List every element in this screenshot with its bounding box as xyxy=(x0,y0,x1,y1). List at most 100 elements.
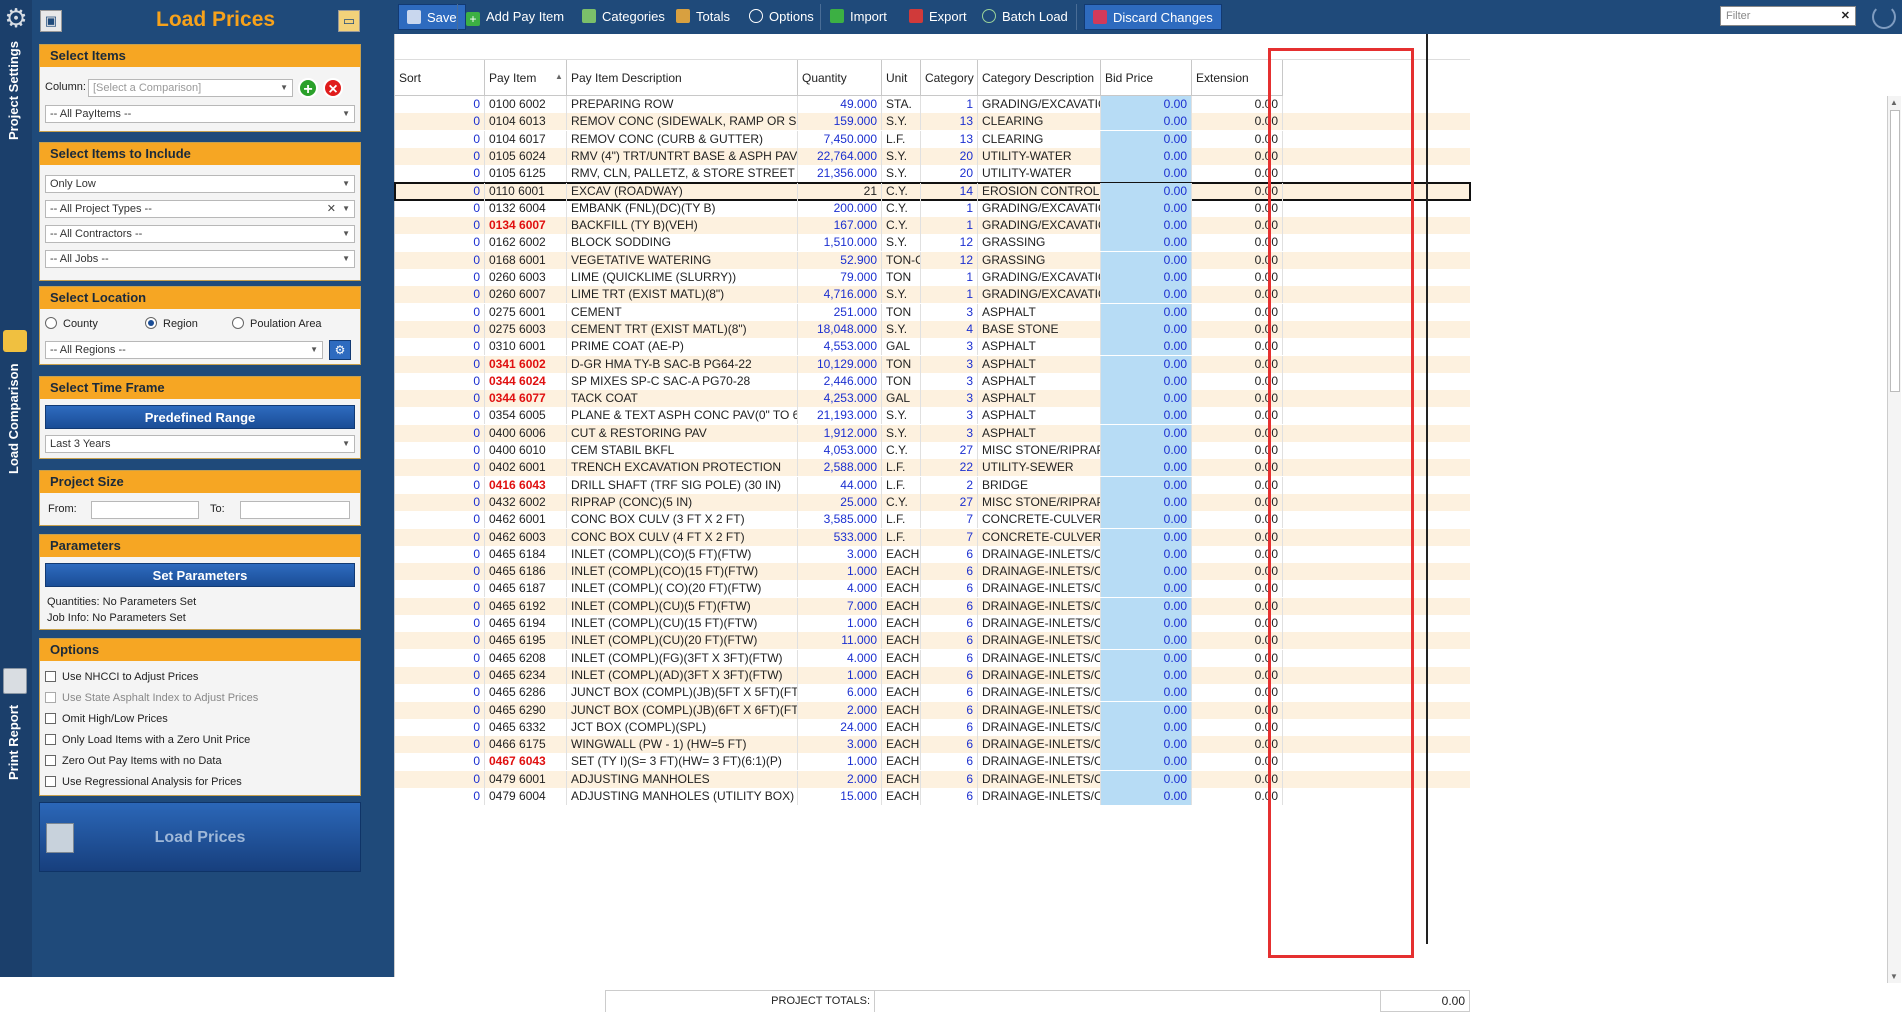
column-header[interactable]: Category xyxy=(921,60,978,96)
zero-out-checkbox[interactable]: Zero Out Pay Items with no Data xyxy=(45,755,222,767)
cell-bid[interactable]: 0.00 xyxy=(1101,666,1192,684)
table-row[interactable]: 0 0344 6077 TACK COAT 4,253.000 GAL 3 ASPHALT 0… xyxy=(395,390,1470,408)
cell-bid[interactable]: 0.00 xyxy=(1101,372,1192,390)
cell-bid[interactable]: 0.00 xyxy=(1101,615,1192,632)
clear-icon[interactable]: ✕ xyxy=(327,201,336,217)
folder-icon[interactable]: ▭ xyxy=(338,10,360,32)
save-button[interactable]: Save xyxy=(398,4,466,30)
cell-qty[interactable]: 3.000 xyxy=(798,736,882,754)
cell-bid[interactable]: 0.00 xyxy=(1101,130,1192,148)
load-comparison-tab[interactable]: Load Comparison xyxy=(6,363,21,474)
table-row[interactable]: 0 0132 6004 EMBANK (FNL)(DC)(TY B) 200.000 C… xyxy=(395,199,1470,217)
regression-checkbox[interactable]: Use Regressional Analysis for Prices xyxy=(45,776,242,788)
cell-qty[interactable]: 251.000 xyxy=(798,303,882,321)
table-row[interactable]: 0 0465 6286 JUNCT BOX (COMPL)(JB)(5FT X 5F… xyxy=(395,684,1470,702)
cell-qty[interactable]: 4,053.000 xyxy=(798,442,882,459)
table-row[interactable]: 0 0462 6001 CONC BOX CULV (3 FT X 2 FT) 3,5… xyxy=(395,511,1470,529)
table-row[interactable]: 0 0465 6194 INLET (COMPL)(CU)(15 FT)(FTW) 1… xyxy=(395,615,1470,632)
table-row[interactable]: 0 0344 6024 SP MIXES SP-C SAC-A PG70-28 2,4… xyxy=(395,372,1470,390)
table-row[interactable]: 0 0479 6001 ADJUSTING MANHOLES 2.000 EACH 6 DR… xyxy=(395,770,1470,788)
zero-unit-price-checkbox[interactable]: Only Load Items with a Zero Unit Price xyxy=(45,734,250,746)
column-header[interactable]: Bid Price xyxy=(1101,60,1192,96)
cell-qty[interactable]: 10,129.000 xyxy=(798,355,882,373)
cell-bid[interactable]: 0.00 xyxy=(1101,493,1192,511)
discard-changes-button[interactable]: Discard Changes xyxy=(1084,4,1222,30)
cell-qty[interactable]: 533.000 xyxy=(798,528,882,546)
scroll-up-icon[interactable]: ▲ xyxy=(1890,98,1898,107)
table-row[interactable]: 0 0465 6187 INLET (COMPL)( CO)(20 FT)(FTW)… xyxy=(395,580,1470,598)
cell-bid[interactable]: 0.00 xyxy=(1101,770,1192,788)
clear-filter-icon[interactable]: ✕ xyxy=(1841,7,1850,25)
filter-input[interactable]: Filter ✕ xyxy=(1720,6,1856,26)
nhcci-checkbox[interactable]: Use NHCCI to Adjust Prices xyxy=(45,671,198,683)
cell-qty[interactable]: 1.000 xyxy=(798,563,882,581)
column-header[interactable]: Category Description xyxy=(978,60,1101,96)
payitems-select[interactable]: -- All PayItems -- ▼ xyxy=(45,105,355,123)
table-row[interactable]: 0 0105 6024 RMV (4") TRT/UNTRT BASE & ASPH… xyxy=(395,147,1470,165)
cell-qty[interactable]: 3,585.000 xyxy=(798,511,882,529)
cell-qty[interactable]: 1.000 xyxy=(798,615,882,632)
cell-qty[interactable]: 15.000 xyxy=(798,788,882,805)
cell-qty[interactable]: 1,912.000 xyxy=(798,424,882,442)
project-types-select[interactable]: -- All Project Types -- ✕ ▼ xyxy=(45,200,355,218)
cell-qty[interactable]: 4,253.000 xyxy=(798,390,882,408)
table-row[interactable]: 0 0402 6001 TRENCH EXCAVATION PROTECTION 2,… xyxy=(395,459,1470,477)
cell-bid[interactable]: 0.00 xyxy=(1101,511,1192,529)
add-pay-item-button[interactable]: + Add Pay Item xyxy=(466,4,564,30)
cell-qty[interactable]: 6.000 xyxy=(798,684,882,702)
population-radio[interactable]: Poulation Area xyxy=(232,317,322,330)
add-comparison-button[interactable]: + xyxy=(298,78,318,98)
cell-bid[interactable]: 0.00 xyxy=(1101,407,1192,425)
cell-bid[interactable]: 0.00 xyxy=(1101,199,1192,217)
table-row[interactable]: 0 0465 6234 INLET (COMPL)(AD)(3FT X 3FT)(F… xyxy=(395,666,1470,684)
cell-bid[interactable]: 0.00 xyxy=(1101,286,1192,304)
table-row[interactable]: 0 0465 6195 INLET (COMPL)(CU)(20 FT)(FTW) 1… xyxy=(395,632,1470,650)
cell-bid[interactable]: 0.00 xyxy=(1101,701,1192,719)
column-header[interactable]: Extension xyxy=(1192,60,1283,96)
table-row[interactable]: 0 0105 6125 RMV, CLN, PALLETZ, & STORE STR… xyxy=(395,165,1470,183)
cell-qty[interactable]: 52.900 xyxy=(798,251,882,269)
batch-load-button[interactable]: Batch Load xyxy=(982,4,1068,30)
cell-bid[interactable]: 0.00 xyxy=(1101,182,1192,200)
cell-bid[interactable]: 0.00 xyxy=(1101,649,1192,667)
regions-select[interactable]: -- All Regions -- ▼ xyxy=(45,341,323,359)
cell-bid[interactable]: 0.00 xyxy=(1101,476,1192,494)
jobs-select[interactable]: -- All Jobs -- ▼ xyxy=(45,250,355,268)
range-select[interactable]: Last 3 Years ▼ xyxy=(45,435,355,453)
cell-qty[interactable]: 159.000 xyxy=(798,113,882,131)
cell-bid[interactable]: 0.00 xyxy=(1101,632,1192,650)
cell-qty[interactable]: 25.000 xyxy=(798,493,882,511)
predefined-range-button[interactable]: Predefined Range xyxy=(45,405,355,429)
cell-bid[interactable]: 0.00 xyxy=(1101,684,1192,702)
table-row[interactable]: 0 0275 6003 CEMENT TRT (EXIST MATL)(8") 18,… xyxy=(395,320,1470,338)
totals-button[interactable]: Totals xyxy=(676,4,730,30)
import-button[interactable]: Import xyxy=(830,4,887,30)
cell-qty[interactable]: 2,446.000 xyxy=(798,372,882,390)
table-row[interactable]: 0 0100 6002 PREPARING ROW 49.000 STA. 1 GRADIN… xyxy=(395,96,1470,113)
cell-bid[interactable]: 0.00 xyxy=(1101,580,1192,598)
cell-qty[interactable]: 2.000 xyxy=(798,701,882,719)
cell-qty[interactable]: 3.000 xyxy=(798,545,882,563)
cell-qty[interactable]: 4.000 xyxy=(798,649,882,667)
cell-qty[interactable]: 1.000 xyxy=(798,666,882,684)
cell-bid[interactable]: 0.00 xyxy=(1101,545,1192,563)
cell-bid[interactable]: 0.00 xyxy=(1101,338,1192,356)
table-row[interactable]: 0 0104 6013 REMOV CONC (SIDEWALK, RAMP OR … xyxy=(395,113,1470,131)
cell-qty[interactable]: 21,193.000 xyxy=(798,407,882,425)
cell-bid[interactable]: 0.00 xyxy=(1101,320,1192,338)
cell-bid[interactable]: 0.00 xyxy=(1101,528,1192,546)
cell-qty[interactable]: 7,450.000 xyxy=(798,130,882,148)
cell-bid[interactable]: 0.00 xyxy=(1101,96,1192,113)
load-prices-button[interactable]: Load Prices xyxy=(39,802,361,872)
size-from-input[interactable] xyxy=(91,501,199,519)
table-row[interactable]: 0 0260 6003 LIME (QUICKLIME (SLURRY)) 79.00… xyxy=(395,269,1470,286)
cell-bid[interactable]: 0.00 xyxy=(1101,390,1192,408)
omit-highlow-checkbox[interactable]: Omit High/Low Prices xyxy=(45,713,168,725)
region-radio[interactable]: Region xyxy=(145,317,198,330)
table-row[interactable]: 0 0310 6001 PRIME COAT (AE-P) 4,553.000 GAL 3… xyxy=(395,338,1470,356)
cell-bid[interactable]: 0.00 xyxy=(1101,442,1192,459)
cell-qty[interactable]: 1,510.000 xyxy=(798,234,882,252)
print-report-tab[interactable]: Print Report xyxy=(6,705,21,780)
table-row[interactable]: 0 0432 6002 RIPRAP (CONC)(5 IN) 25.000 C.Y. 2… xyxy=(395,493,1470,511)
cell-bid[interactable]: 0.00 xyxy=(1101,269,1192,286)
